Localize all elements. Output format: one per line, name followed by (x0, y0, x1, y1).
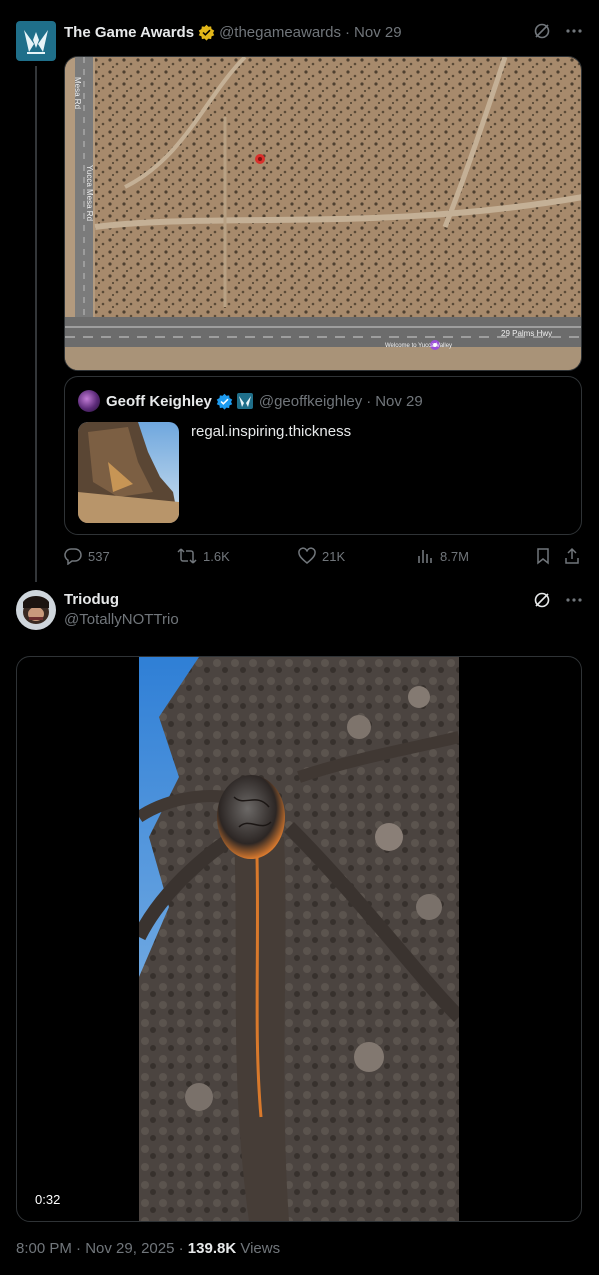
heart-icon (298, 547, 316, 564)
separator-dot: · (366, 392, 372, 410)
main-author-handle[interactable]: @TotallyNOTTrio (64, 611, 179, 628)
views-icon (418, 550, 432, 563)
video-frame-sculpture (139, 657, 459, 1221)
the-game-awards-avatar[interactable] (16, 21, 56, 61)
separator-dot: · (178, 1240, 184, 1257)
parent-tweet-header: The Game Awards @thegameawards · Nov 29 (64, 22, 583, 42)
views-count: 8.7M (440, 548, 469, 564)
views-button[interactable]: 8.7M (416, 547, 469, 565)
like-count: 21K (322, 548, 346, 564)
tweet-time[interactable]: 8:00 PM (16, 1240, 72, 1257)
video-player[interactable]: 0:32 (16, 656, 582, 1222)
verified-gold-badge-icon[interactable] (198, 24, 215, 41)
quote-author-handle: @geoffkeighley (258, 392, 363, 410)
views-total: 139.8K (187, 1240, 237, 1257)
grok-icon[interactable] (533, 591, 551, 609)
parent-header-icons (533, 22, 583, 40)
map-picture: Mesa Rd Yucca Mesa Rd 29 Palms Hwy Welco… (65, 57, 581, 370)
quote-author-name: Geoff Keighley (106, 392, 212, 410)
poi-label: Welcome to Yucca Valley (385, 343, 452, 349)
quote-date: Nov 29 (375, 392, 423, 410)
tweet-full-date[interactable]: Nov 29, 2025 (85, 1240, 174, 1257)
reply-button[interactable]: 537 (64, 547, 110, 565)
road-label-mesa: Mesa Rd (73, 77, 82, 109)
author-name[interactable]: The Game Awards (64, 24, 194, 41)
separator-dot: · (345, 23, 351, 41)
main-header-icons (533, 591, 583, 609)
separator-dot: · (76, 1240, 82, 1257)
quoted-tweet-header: Geoff Keighley @geoffkeighley · Nov 29 (78, 390, 423, 412)
geoff-keighley-avatar (78, 390, 100, 412)
main-author-name[interactable]: Triodug (64, 591, 119, 608)
repost-count: 1.6K (203, 548, 230, 564)
thread-connector-line (35, 66, 37, 582)
tweet-date[interactable]: Nov 29 (354, 24, 402, 41)
tweet-metadata: 8:00 PM · Nov 29, 2025 · 139.8K Views (16, 1240, 280, 1257)
bookmark-icon[interactable] (534, 547, 552, 565)
game-awards-affiliate-icon (236, 393, 253, 409)
triodug-avatar[interactable] (16, 590, 56, 630)
road-label-highway: 29 Palms Hwy (501, 329, 552, 338)
satellite-map-image[interactable]: Mesa Rd Yucca Mesa Rd 29 Palms Hwy Welco… (64, 56, 582, 371)
author-handle[interactable]: @thegameawards (219, 24, 341, 41)
avatar-picture (16, 590, 56, 630)
road-label-yucca-mesa: Yucca Mesa Rd (85, 165, 94, 221)
quoted-tweet-thumbnail (78, 422, 179, 523)
verified-blue-badge-icon (216, 393, 233, 410)
tweet-thread: The Game Awards @thegameawards · Nov 29 (0, 0, 599, 1275)
more-icon[interactable] (565, 22, 583, 40)
grok-icon[interactable] (533, 22, 551, 40)
like-button[interactable]: 21K (298, 547, 345, 565)
quoted-tweet-text: regal.inspiring.thickness (191, 423, 352, 440)
parent-tweet-actions: 537 1.6K 21K 8.7M (64, 547, 582, 567)
more-icon[interactable] (565, 591, 583, 609)
repost-icon (177, 548, 197, 564)
repost-button[interactable]: 1.6K (177, 547, 230, 565)
quoted-tweet[interactable]: Geoff Keighley @geoffkeighley · Nov 29 r… (64, 376, 582, 535)
share-icon[interactable] (563, 547, 581, 565)
views-label: Views (240, 1240, 281, 1257)
reply-icon (64, 548, 82, 565)
reply-count: 537 (88, 548, 110, 564)
game-awards-logo (24, 30, 48, 54)
video-duration: 0:32 (29, 1190, 67, 1209)
